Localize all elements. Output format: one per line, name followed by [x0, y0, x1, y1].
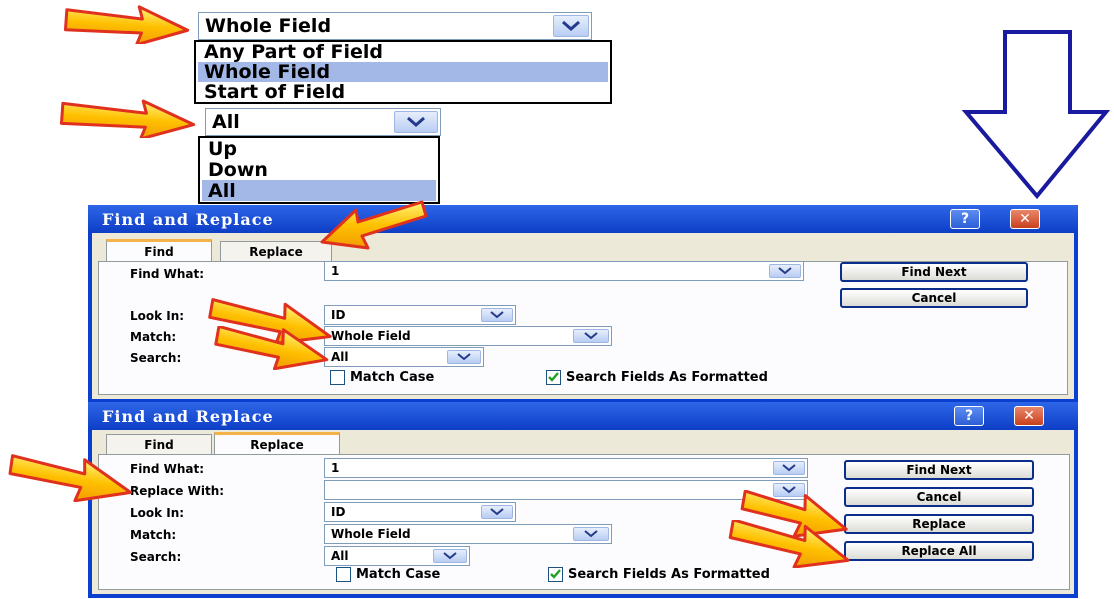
arrow-icon: [8, 454, 133, 502]
match-options-list: Any Part of Field Whole Field Start of F…: [194, 40, 612, 104]
look-in-label: Look In:: [130, 309, 185, 323]
dialog-title: Find and Replace: [102, 406, 274, 426]
find-what-input[interactable]: 1: [324, 458, 808, 478]
match-case-label: Match Case: [350, 370, 435, 385]
match-value: Whole Field: [331, 527, 411, 541]
chevron-down-icon[interactable]: [553, 15, 589, 37]
arrow-icon: [63, 5, 190, 44]
chevron-down-icon[interactable]: [773, 461, 805, 475]
search-combo-value: All: [212, 111, 240, 133]
search-option-up[interactable]: Up: [202, 138, 436, 160]
cancel-button[interactable]: Cancel: [844, 487, 1034, 507]
find-what-value: 1: [331, 461, 340, 475]
dialog-title: Find and Replace: [102, 209, 274, 229]
match-combo-value: Whole Field: [205, 15, 332, 37]
match-option-start-of-field[interactable]: Start of Field: [198, 81, 608, 103]
chevron-down-icon[interactable]: [769, 264, 801, 278]
find-next-button[interactable]: Find Next: [844, 460, 1034, 480]
search-label: Search:: [130, 550, 182, 564]
look-in-label: Look In:: [130, 506, 185, 520]
find-replace-dialog-replace: Find and Replace ? ✕ Find Replace Find W…: [88, 402, 1078, 598]
match-case-label: Match Case: [356, 567, 441, 582]
arrow-icon: [59, 99, 196, 138]
search-formatted-label: Search Fields As Formatted: [566, 370, 768, 385]
chevron-down-icon[interactable]: [447, 350, 481, 364]
chevron-down-icon[interactable]: [481, 308, 513, 322]
dialog-body: Find Replace Find What: 1 Replace With: …: [92, 430, 1074, 594]
match-case-checkbox[interactable]: [330, 370, 345, 385]
search-select[interactable]: All: [324, 347, 484, 367]
checkmark-icon: [550, 569, 561, 579]
match-select[interactable]: Whole Field: [324, 326, 612, 346]
tab-replace[interactable]: Replace: [214, 432, 340, 454]
replace-with-label: Replace With:: [130, 484, 225, 498]
find-what-input[interactable]: 1: [324, 261, 804, 281]
down-arrow-icon: [961, 30, 1110, 200]
arrow-icon: [728, 520, 850, 568]
look-in-value: ID: [331, 505, 346, 519]
replace-with-input[interactable]: [324, 480, 808, 500]
search-select[interactable]: All: [324, 546, 470, 566]
find-next-button[interactable]: Find Next: [840, 262, 1028, 282]
search-formatted-label: Search Fields As Formatted: [568, 567, 770, 582]
match-label: Match:: [130, 330, 177, 344]
title-bar[interactable]: Find and Replace ? ✕: [88, 402, 1078, 430]
tab-replace[interactable]: Replace: [220, 241, 332, 261]
title-bar[interactable]: Find and Replace ? ✕: [88, 205, 1078, 233]
match-option-whole-field[interactable]: Whole Field: [198, 61, 608, 83]
chevron-down-icon[interactable]: [481, 505, 513, 519]
look-in-select[interactable]: ID: [324, 305, 516, 325]
find-what-label: Find What:: [130, 462, 205, 476]
replace-all-button[interactable]: Replace All: [844, 541, 1034, 561]
search-option-down[interactable]: Down: [202, 159, 436, 181]
checkmark-icon: [548, 372, 559, 382]
help-button[interactable]: ?: [954, 406, 984, 426]
search-combo-expanded[interactable]: All: [205, 108, 441, 136]
cancel-button[interactable]: Cancel: [840, 288, 1028, 308]
match-select[interactable]: Whole Field: [324, 524, 612, 544]
arrow-icon: [214, 326, 329, 370]
tab-find[interactable]: Find: [106, 434, 212, 454]
search-formatted-checkbox[interactable]: [548, 567, 563, 582]
close-button[interactable]: ✕: [1014, 406, 1044, 426]
search-options-list: Up Down All: [198, 136, 440, 204]
find-what-label: Find What:: [130, 267, 205, 281]
search-label: Search:: [130, 351, 182, 365]
match-combo-expanded[interactable]: Whole Field: [198, 12, 592, 40]
match-label: Match:: [130, 528, 177, 542]
search-value: All: [331, 350, 349, 364]
search-value: All: [331, 549, 349, 563]
chevron-down-icon[interactable]: [573, 329, 609, 343]
match-case-checkbox[interactable]: [336, 567, 351, 582]
help-button[interactable]: ?: [950, 209, 980, 229]
arrow-icon: [320, 200, 428, 250]
tab-find[interactable]: Find: [106, 239, 212, 261]
chevron-down-icon[interactable]: [394, 111, 438, 133]
match-option-any-part[interactable]: Any Part of Field: [198, 41, 608, 63]
match-value: Whole Field: [331, 329, 411, 343]
find-what-value: 1: [331, 264, 340, 278]
search-formatted-checkbox[interactable]: [546, 370, 561, 385]
chevron-down-icon[interactable]: [573, 527, 609, 541]
replace-button[interactable]: Replace: [844, 514, 1034, 534]
chevron-down-icon[interactable]: [433, 549, 467, 563]
look-in-select[interactable]: ID: [324, 502, 516, 522]
close-button[interactable]: ✕: [1010, 209, 1040, 229]
